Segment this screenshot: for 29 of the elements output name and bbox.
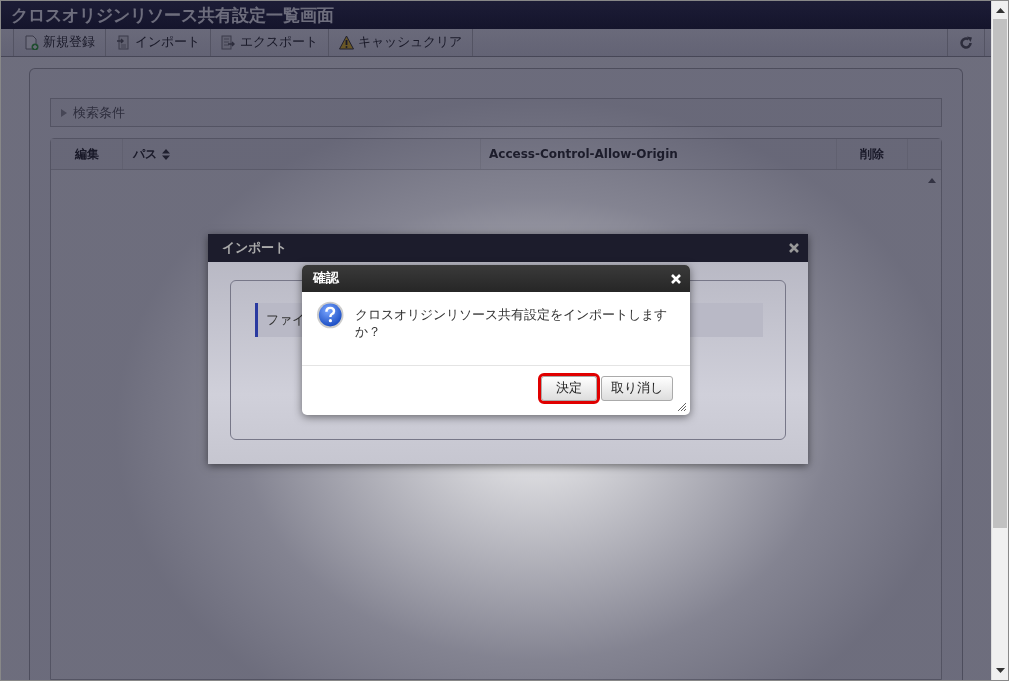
close-icon[interactable] [789, 243, 799, 253]
page-title: クロスオリジンリソース共有設定一覧画面 [11, 3, 334, 27]
toolbar-button[interactable]: インポート [105, 29, 210, 56]
document-icon [24, 35, 39, 50]
scroll-up-arrow-icon[interactable] [995, 7, 1005, 13]
toolbar-button[interactable]: エクスポート [210, 29, 328, 56]
question-icon [316, 300, 345, 330]
scroll-down-arrow-icon[interactable] [995, 668, 1005, 674]
refresh-button[interactable] [947, 29, 985, 56]
column-header[interactable]: Access-Control-Allow-Origin [481, 139, 837, 169]
dialog-title: インポート [222, 239, 287, 257]
import-icon [116, 35, 131, 50]
column-header[interactable]: 削除 [837, 139, 908, 169]
resize-grip-icon[interactable] [677, 402, 687, 412]
refresh-icon [959, 35, 973, 50]
scrollbar[interactable] [991, 1, 1008, 680]
toolbar-button[interactable]: キャッシュクリア [328, 29, 473, 56]
toolbar-button[interactable]: 新規登録 [13, 29, 105, 56]
field-label: ファイ [266, 311, 305, 329]
warning-icon [339, 35, 354, 50]
dialog-button[interactable]: 取り消し [601, 376, 673, 401]
column-header[interactable]: 編集 [51, 139, 123, 169]
search-conditions-bar[interactable]: 検索条件 [50, 98, 942, 127]
search-conditions-label: 検索条件 [73, 103, 125, 122]
dialog-button[interactable]: 決定 [541, 376, 597, 401]
confirm-message: クロスオリジンリソース共有設定をインポートしますか？ [355, 306, 669, 341]
column-header[interactable]: パス [123, 139, 481, 169]
export-icon [221, 35, 236, 50]
dialog-title: 確認 [313, 270, 339, 287]
